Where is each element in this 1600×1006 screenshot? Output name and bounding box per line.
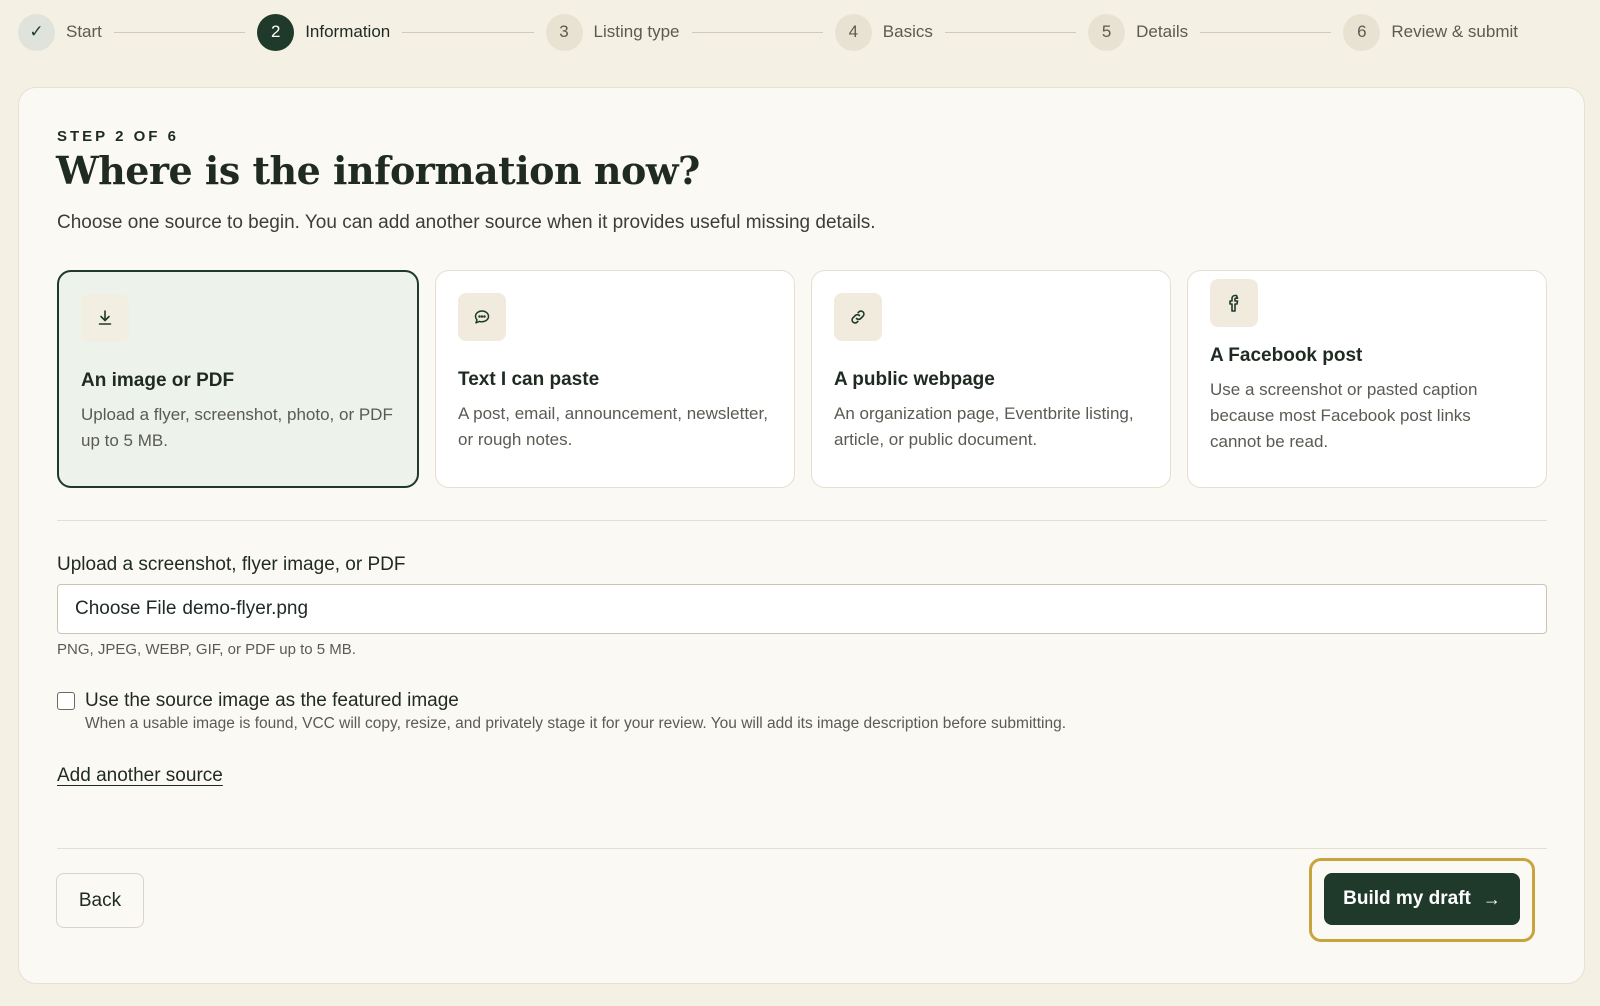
option-description: Upload a flyer, screenshot, photo, or PD… bbox=[81, 405, 393, 450]
step-review-submit: 6 Review & submit bbox=[1343, 13, 1519, 51]
step-details: 5 Details bbox=[1088, 13, 1189, 51]
progress-stepper: ✓ Start 2 Information 3 Listing type 4 B… bbox=[18, 13, 1518, 51]
check-icon: ✓ bbox=[18, 13, 55, 51]
step-start: ✓ Start bbox=[18, 13, 102, 51]
facebook-icon bbox=[1210, 279, 1258, 327]
step-label: Information bbox=[305, 22, 391, 41]
source-option-facebook[interactable]: A Facebook post Use a screenshot or past… bbox=[1187, 270, 1547, 488]
step-connector bbox=[402, 31, 534, 33]
step-label: Start bbox=[66, 22, 102, 41]
step-number: 2 bbox=[257, 13, 295, 51]
focus-ring: Build my draft → bbox=[1309, 858, 1535, 942]
featured-image-help: When a usable image is found, VCC will c… bbox=[85, 715, 1067, 732]
step-connector bbox=[944, 31, 1077, 33]
step-label: Basics bbox=[882, 22, 933, 41]
choose-file-button[interactable]: Choose File bbox=[75, 598, 176, 620]
featured-image-label[interactable]: Use the source image as the featured ima… bbox=[85, 690, 459, 712]
source-option-paste-text[interactable]: Text I can paste A post, email, announce… bbox=[435, 270, 795, 488]
option-description: An organization page, Eventbrite listing… bbox=[834, 404, 1134, 449]
step-connector bbox=[113, 31, 246, 33]
step-eyebrow: STEP 2 OF 6 bbox=[57, 128, 179, 145]
featured-image-checkbox[interactable] bbox=[57, 692, 75, 710]
step-basics: 4 Basics bbox=[834, 13, 933, 51]
step-information: 2 Information bbox=[257, 13, 391, 51]
build-draft-label: Build my draft bbox=[1343, 888, 1471, 909]
step-label: Listing type bbox=[593, 22, 680, 41]
selected-file-name: demo-flyer.png bbox=[182, 598, 309, 619]
option-title: An image or PDF bbox=[81, 370, 235, 391]
step-label: Review & submit bbox=[1391, 22, 1519, 41]
source-option-image-pdf[interactable]: An image or PDF Upload a flyer, screensh… bbox=[57, 270, 419, 488]
step-connector bbox=[1200, 31, 1332, 33]
option-description: A post, email, announcement, newsletter,… bbox=[458, 404, 768, 449]
page-title: Where is the information now? bbox=[56, 148, 700, 193]
source-options: An image or PDF Upload a flyer, screensh… bbox=[57, 270, 1547, 488]
link-icon bbox=[834, 293, 882, 341]
upload-label: Upload a screenshot, flyer image, or PDF bbox=[57, 554, 406, 575]
step-number: 6 bbox=[1343, 13, 1381, 51]
featured-image-row: Use the source image as the featured ima… bbox=[57, 690, 459, 712]
arrow-right-icon: → bbox=[1482, 888, 1501, 909]
option-title: Text I can paste bbox=[458, 369, 600, 390]
add-another-source-link[interactable]: Add another source bbox=[57, 765, 223, 787]
build-draft-button[interactable]: Build my draft → bbox=[1324, 873, 1520, 925]
page-subtitle: Choose one source to begin. You can add … bbox=[57, 212, 876, 233]
footer-divider bbox=[57, 848, 1547, 849]
option-title: A public webpage bbox=[834, 369, 995, 390]
option-description: Use a screenshot or pasted caption becau… bbox=[1210, 380, 1478, 451]
download-icon bbox=[81, 294, 129, 342]
step-number: 3 bbox=[545, 13, 583, 51]
back-button[interactable]: Back bbox=[56, 873, 144, 928]
option-title: A Facebook post bbox=[1210, 345, 1363, 366]
step-listing-type: 3 Listing type bbox=[545, 13, 680, 51]
step-label: Details bbox=[1136, 22, 1189, 41]
form-card: STEP 2 OF 6 Where is the information now… bbox=[18, 87, 1585, 984]
chat-bubble-icon bbox=[458, 293, 506, 341]
step-number: 5 bbox=[1088, 13, 1126, 51]
upload-hint: PNG, JPEG, WEBP, GIF, or PDF up to 5 MB. bbox=[57, 641, 356, 658]
step-connector bbox=[691, 31, 823, 33]
step-number: 4 bbox=[834, 13, 872, 51]
section-divider bbox=[57, 520, 1547, 521]
file-upload-input[interactable]: Choose File demo-flyer.png bbox=[57, 584, 1547, 634]
source-option-webpage[interactable]: A public webpage An organization page, E… bbox=[811, 270, 1171, 488]
